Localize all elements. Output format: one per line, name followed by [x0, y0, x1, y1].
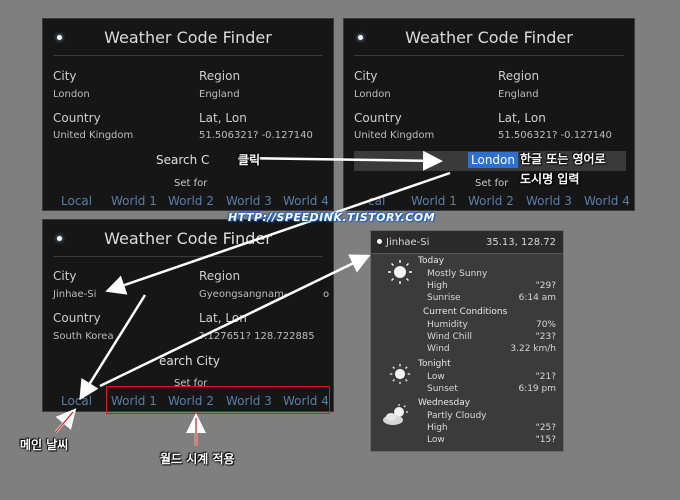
annotation-world-clock: 월드 시계 적용 — [160, 452, 235, 466]
annotation-click: 클릭 — [238, 153, 261, 167]
annotation-main-weather: 메인 날씨 — [20, 438, 69, 452]
watermark-url: HTTP://SPEEDINK.TISTORY.COM — [228, 211, 436, 224]
arrow-local-to-widget — [99, 254, 371, 388]
annotation-input-line1: 한글 또는 영어로 — [520, 152, 606, 166]
annotation-input-line2: 도시명 입력 — [520, 172, 580, 186]
arrow-city-to-local — [79, 294, 147, 401]
annotation-arrows — [55, 150, 451, 446]
arrow-input-to-city — [105, 171, 451, 295]
arrow-click-to-input — [237, 150, 443, 171]
